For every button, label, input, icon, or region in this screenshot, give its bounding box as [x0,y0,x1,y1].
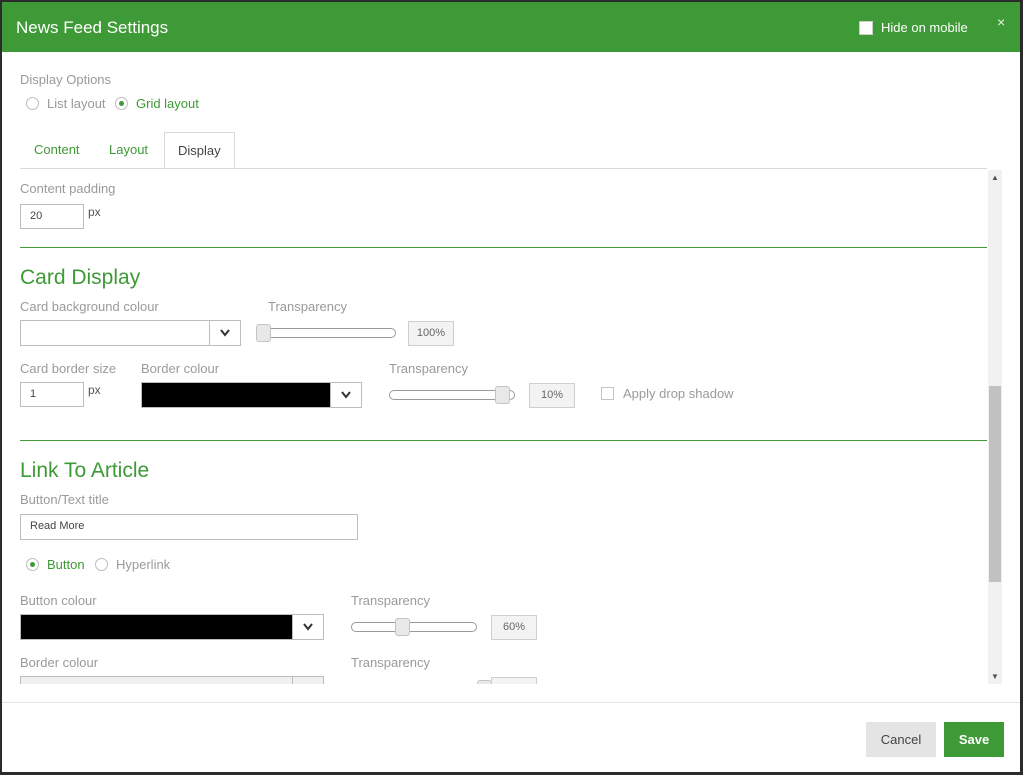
card-border-size-unit: px [88,383,101,397]
drop-shadow-checkbox[interactable]: Apply drop shadow [601,386,734,401]
radio-selected-icon[interactable] [115,97,128,110]
content-padding-label: Content padding [20,181,116,196]
dialog-footer: Cancel Save [2,702,1020,772]
bg-transparency-value: 100% [408,321,454,346]
button-radio[interactable]: Button [26,557,85,572]
drop-shadow-label: Apply drop shadow [623,386,734,401]
cancel-button[interactable]: Cancel [866,722,936,757]
section-divider [20,440,987,441]
tab-content[interactable]: Content [34,132,80,168]
settings-tabs: Content Layout Display [20,132,987,169]
bg-transparency-label: Transparency [268,299,347,314]
button-text-title-label: Button/Text title [20,492,109,507]
chevron-down-icon[interactable] [209,321,240,345]
content-padding-input[interactable]: 20 [20,204,84,229]
chevron-down-icon[interactable] [292,615,323,639]
display-options-label: Display Options [20,72,112,87]
scroll-down-icon[interactable]: ▼ [991,672,999,681]
card-display-title: Card Display [20,266,141,289]
border-colour-select[interactable] [141,382,362,408]
display-settings-panel: Content padding 20 px Card Display Card … [2,170,1002,684]
slider-handle[interactable] [477,680,492,684]
save-button[interactable]: Save [944,722,1004,757]
border-transparency-slider[interactable] [389,386,515,404]
grid-layout-radio[interactable]: Grid layout [115,96,199,111]
button-transparency-slider[interactable] [351,618,477,636]
chevron-down-icon[interactable] [292,677,323,684]
button-colour-select[interactable] [20,614,324,640]
section-divider [20,247,987,248]
tab-display[interactable]: Display [164,132,235,168]
panel-scrollbar[interactable]: ▲ ▼ [988,170,1002,684]
button-colour-swatch [21,615,293,639]
button-colour-label: Button colour [20,593,97,608]
list-layout-label: List layout [47,96,106,111]
button-border-colour-select[interactable] [20,676,324,684]
border-transparency-label: Transparency [389,361,468,376]
card-border-size-input[interactable]: 1 [20,382,84,407]
scroll-up-icon[interactable]: ▲ [991,173,999,182]
slider-handle[interactable] [256,324,271,342]
slider-handle[interactable] [394,618,410,636]
radio-unselected-icon[interactable] [95,558,108,571]
scrollbar-thumb[interactable] [989,386,1001,582]
slider-handle[interactable] [494,386,510,404]
hide-on-mobile-label: Hide on mobile [881,20,968,35]
button-border-transparency-value [491,677,537,684]
button-border-transparency-label: Transparency [351,655,430,670]
radio-unselected-icon[interactable] [26,97,39,110]
list-layout-radio[interactable]: List layout [26,96,106,111]
card-background-label: Card background colour [20,299,159,314]
content-padding-unit: px [88,205,101,219]
checkbox-box[interactable] [601,387,614,400]
hyperlink-option-label: Hyperlink [116,557,171,572]
dialog-header: News Feed Settings Hide on mobile × [2,2,1020,52]
dialog-title: News Feed Settings [16,18,169,37]
border-transparency-value: 10% [529,383,575,408]
close-icon[interactable]: × [997,14,1005,30]
border-colour-label: Border colour [141,361,220,376]
card-background-value [21,321,210,345]
hide-on-mobile-checkbox[interactable]: Hide on mobile [859,20,968,35]
tab-layout[interactable]: Layout [109,132,148,168]
button-border-colour-label: Border colour [20,655,99,670]
checkbox-box[interactable] [859,20,873,35]
chevron-down-icon[interactable] [330,383,361,407]
button-text-title-input[interactable]: Read More [20,514,358,540]
bg-transparency-slider[interactable] [256,324,396,342]
button-transparency-value: 60% [491,615,537,640]
radio-selected-icon[interactable] [26,558,39,571]
card-border-size-label: Card border size [20,361,117,376]
link-to-article-title: Link To Article [20,459,150,482]
grid-layout-label: Grid layout [136,96,199,111]
border-colour-swatch [142,383,331,407]
card-background-select[interactable] [20,320,241,346]
button-option-label: Button [47,557,85,572]
news-feed-settings-dialog: News Feed Settings Hide on mobile × Disp… [2,2,1020,772]
button-transparency-label: Transparency [351,593,430,608]
hyperlink-radio[interactable]: Hyperlink [95,557,170,572]
